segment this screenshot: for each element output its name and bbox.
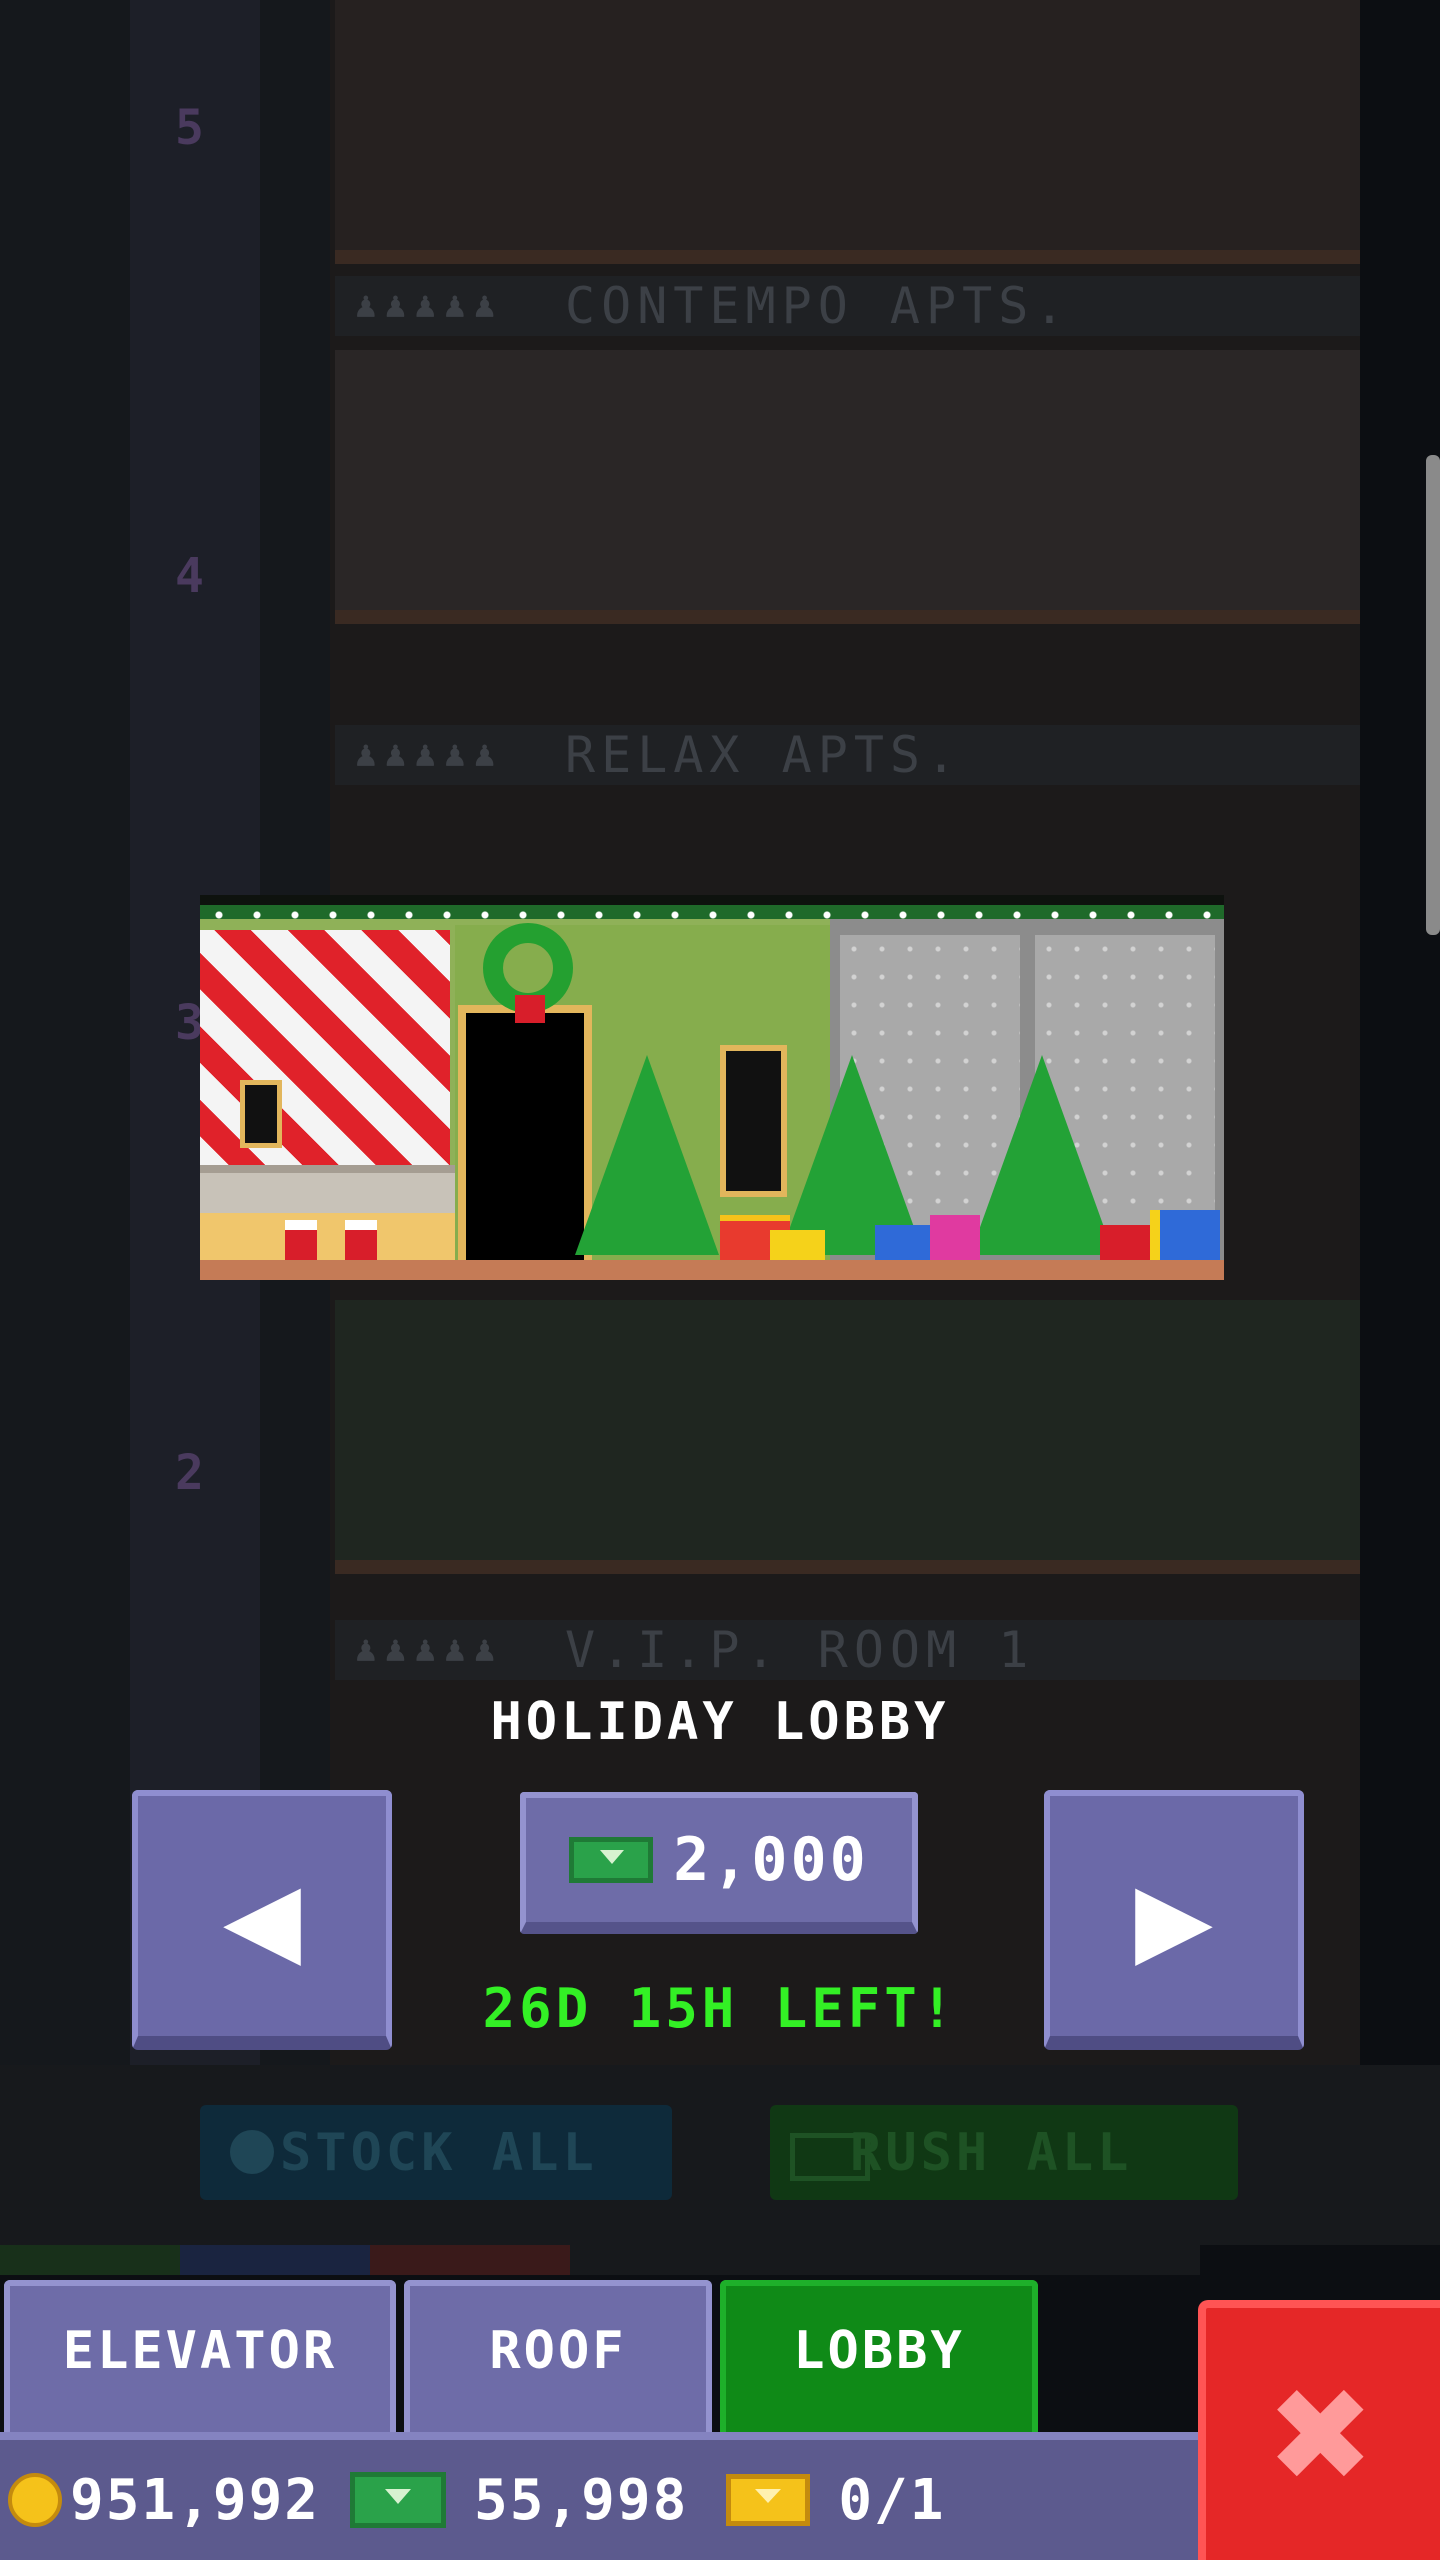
floor-room — [335, 350, 1360, 624]
coin-count: 951,992 — [70, 2467, 321, 2533]
bux-icon — [569, 1837, 654, 1883]
garland — [200, 895, 1224, 925]
elevator-panel-icon — [240, 1080, 282, 1148]
scrollbar[interactable] — [1426, 455, 1440, 935]
floor-sign: ♟♟♟♟♟ RELAX APTS. — [335, 725, 1360, 785]
price-label: 2,000 — [673, 1825, 869, 1895]
gift-icon — [1150, 1210, 1220, 1265]
buy-lobby-button[interactable]: 2,000 — [520, 1792, 918, 1934]
tab-lobby[interactable]: LOBBY — [720, 2280, 1038, 2435]
elevator-door — [458, 1005, 592, 1273]
stock-all-button[interactable]: STOCK ALL — [200, 2105, 672, 2200]
floor-sign-label: V.I.P. ROOM 1 — [565, 1621, 1035, 1679]
close-icon: ✖ — [1271, 2335, 1375, 2533]
bow-icon — [515, 995, 545, 1023]
tab-elevator-label: ELEVATOR — [62, 2320, 338, 2381]
floor-sign: ♟♟♟♟♟ CONTEMPO APTS. — [335, 276, 1360, 336]
christmas-tree-icon — [970, 1055, 1114, 1255]
tab-elevator[interactable]: ELEVATOR — [4, 2280, 396, 2435]
coin-icon — [8, 2473, 62, 2527]
gift-icon — [1100, 1225, 1150, 1265]
floor-sign: ♟♟♟♟♟ V.I.P. ROOM 1 — [335, 1620, 1360, 1680]
tab-roof[interactable]: ROOF — [404, 2280, 712, 2435]
tab-roof-label: ROOF — [489, 2320, 627, 2381]
currency-bar: 951,992 55,998 0/1 — [0, 2432, 1205, 2560]
christmas-tree-icon — [575, 1055, 719, 1255]
rush-all-label: RUSH ALL — [850, 2122, 1133, 2183]
tab-lobby-label: LOBBY — [793, 2320, 965, 2381]
golden-ticket-icon — [726, 2474, 811, 2526]
arrow-right-icon: ▶ — [1134, 1840, 1214, 1992]
floor-number: 2 — [175, 1445, 204, 1501]
clock-icon — [230, 2130, 274, 2174]
close-button[interactable]: ✖ — [1198, 2300, 1440, 2560]
stock-all-label: STOCK ALL — [280, 2122, 598, 2183]
time-left-label: 26D 15H LEFT! — [482, 1977, 958, 2040]
floor-number: 5 — [175, 100, 204, 156]
bux-count: 55,998 — [474, 2467, 689, 2533]
gift-icon — [930, 1215, 980, 1265]
counter-base — [200, 1213, 455, 1263]
lobby-preview-image — [200, 895, 1224, 1280]
floor-room — [335, 0, 1360, 264]
string-lights — [200, 911, 1224, 919]
arrow-left-icon: ◀ — [222, 1840, 302, 1992]
floor-number: 4 — [175, 548, 204, 604]
elevator-panel-icon — [720, 1045, 787, 1197]
floor-sign-label: CONTEMPO APTS. — [565, 277, 1071, 335]
ticket-count: 0/1 — [838, 2467, 946, 2533]
rush-all-button[interactable]: RUSH ALL — [770, 2105, 1238, 2200]
floor-baseboard — [200, 1260, 1224, 1280]
lobby-title: HOLIDAY LOBBY — [490, 1692, 950, 1752]
bux-icon — [790, 2133, 870, 2181]
gift-icon — [875, 1225, 935, 1265]
floor-room — [335, 1300, 1360, 1574]
floor-sign-label: RELAX APTS. — [565, 726, 963, 784]
decor-strip — [0, 2245, 1200, 2275]
bux-icon — [350, 2472, 447, 2528]
